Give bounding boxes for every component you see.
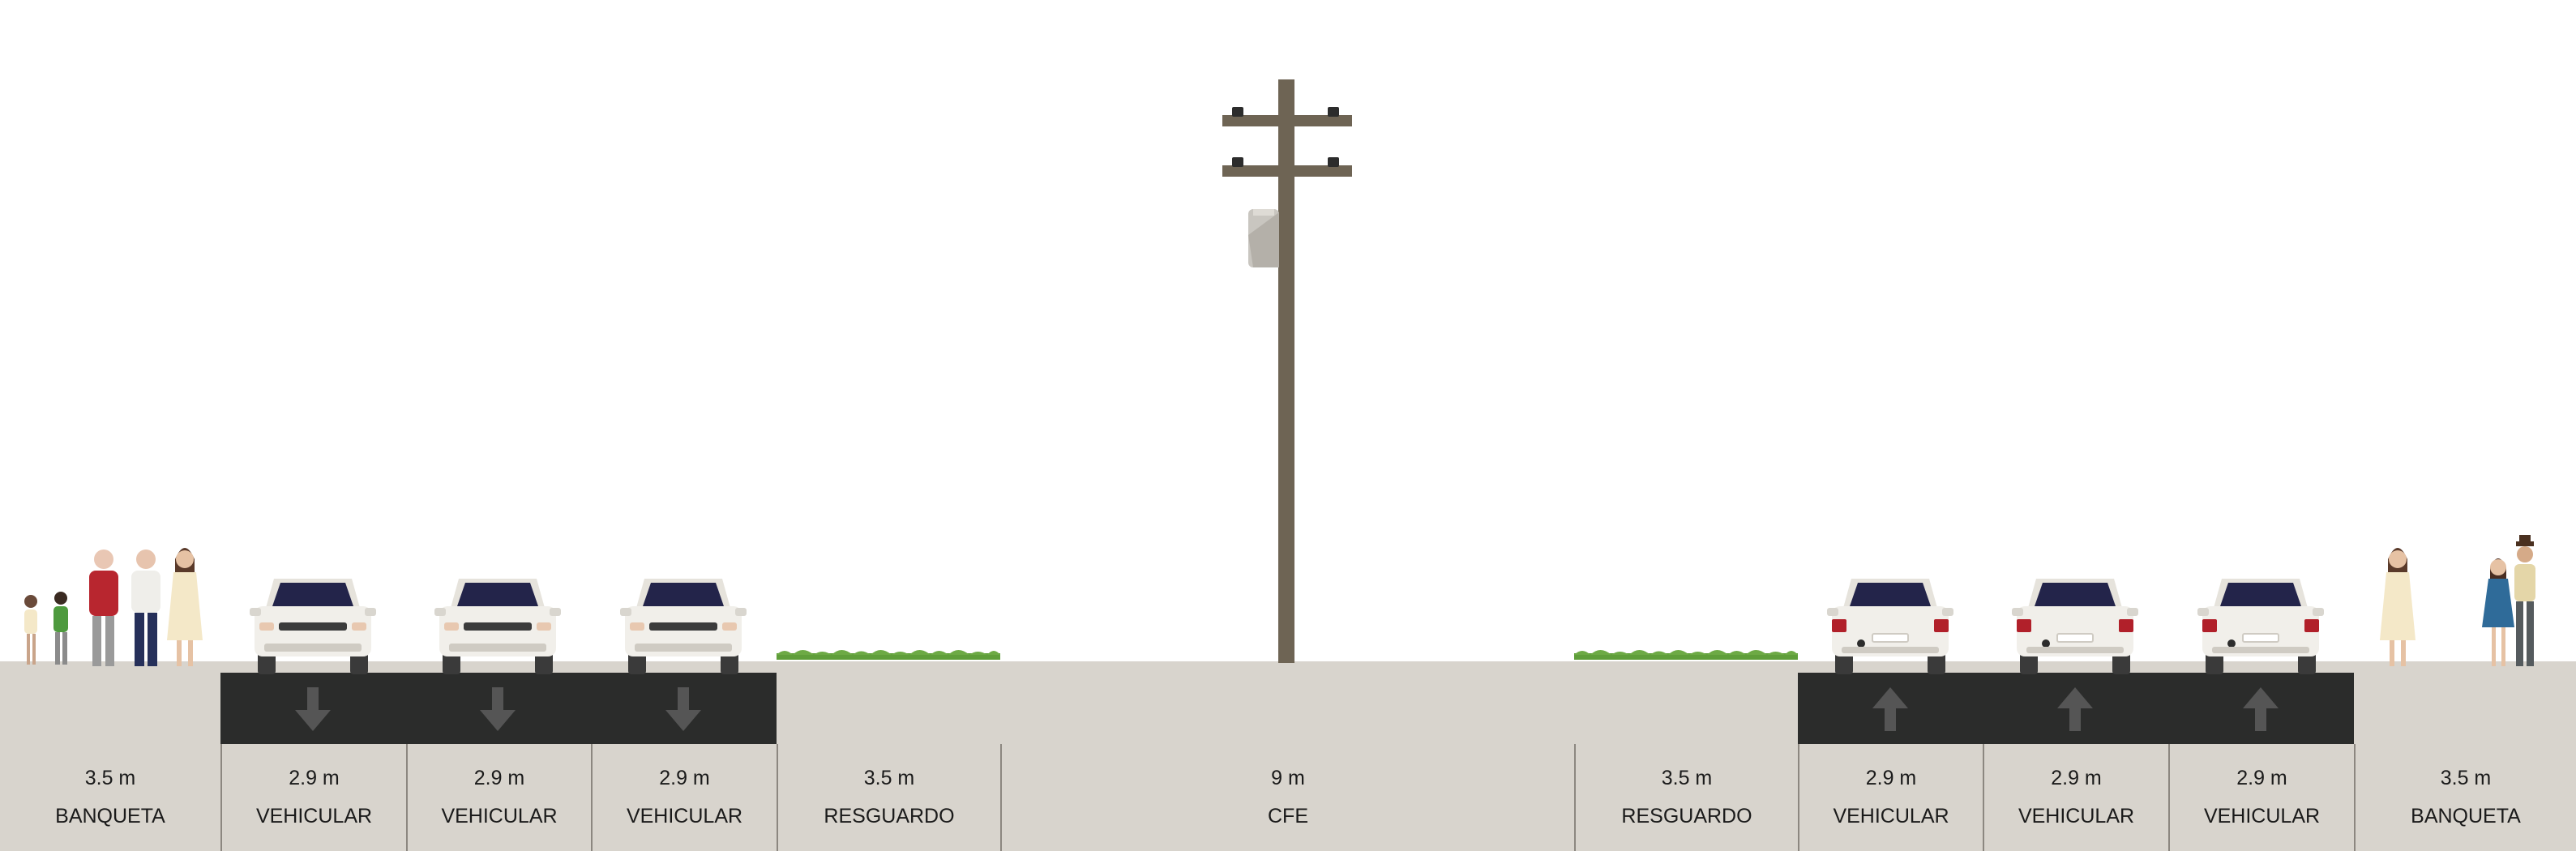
segment-label-vehicular: 2.9 m VEHICULAR [2168, 744, 2354, 851]
segment-label-vehicular: 2.9 m VEHICULAR [591, 744, 777, 851]
segment-width: 9 m [1271, 767, 1305, 789]
segment-name: BANQUETA [55, 805, 165, 827]
segment-width: 3.5 m [84, 767, 136, 789]
segment-name: CFE [1268, 805, 1308, 827]
segment-label-vehicular: 2.9 m VEHICULAR [406, 744, 591, 851]
segment-name: VEHICULAR [626, 805, 743, 827]
car-icon [434, 579, 561, 674]
car-icon [2011, 578, 2139, 675]
segment-label-resguardo-right: 3.5 m RESGUARDO [1574, 744, 1798, 851]
segment-label-vehicular: 2.9 m VEHICULAR [220, 744, 406, 851]
segment-name: RESGUARDO [1621, 805, 1752, 827]
car-icon [2197, 578, 2325, 675]
segment-width: 2.9 m [1865, 767, 1917, 789]
street-section-illustration [0, 79, 2576, 851]
segment-width: 3.5 m [863, 767, 915, 789]
segment-name: VEHICULAR [441, 805, 558, 827]
segment-width: 2.9 m [659, 767, 710, 789]
segment-label-banqueta-right: 3.5 m BANQUETA [2354, 744, 2576, 851]
pedestrians-right [2380, 535, 2535, 666]
car-icon [620, 579, 747, 674]
utility-pole-icon [1222, 79, 1352, 663]
segment-width: 3.5 m [2440, 767, 2492, 789]
segment-label-vehicular: 2.9 m VEHICULAR [1798, 744, 1983, 851]
segment-width: 2.9 m [2051, 767, 2102, 789]
segment-label-banqueta-left: 3.5 m BANQUETA [0, 744, 220, 851]
car-icon [1826, 578, 1954, 675]
segment-width: 2.9 m [473, 767, 525, 789]
segment-name: VEHICULAR [2203, 805, 2321, 827]
segment-label-resguardo-left: 3.5 m RESGUARDO [777, 744, 1000, 851]
segment-name: RESGUARDO [824, 805, 955, 827]
segment-label-vehicular: 2.9 m VEHICULAR [1983, 744, 2168, 851]
segment-width: 2.9 m [289, 767, 340, 789]
segment-labels: 3.5 m BANQUETA 2.9 m VEHICULAR 2.9 m VEH… [0, 744, 2576, 851]
grass-icon [1574, 650, 1798, 660]
segment-name: BANQUETA [2411, 805, 2521, 827]
grass-icon [777, 650, 1000, 660]
segment-name: VEHICULAR [1833, 805, 1949, 827]
segment-name: VEHICULAR [2018, 805, 2135, 827]
car-icon [250, 579, 376, 674]
pedestrians-left [24, 548, 203, 666]
segment-name: VEHICULAR [255, 805, 373, 827]
segment-width: 2.9 m [2236, 767, 2287, 789]
segment-label-cfe: 9 m CFE [1000, 744, 1574, 851]
segment-width: 3.5 m [1661, 767, 1713, 789]
